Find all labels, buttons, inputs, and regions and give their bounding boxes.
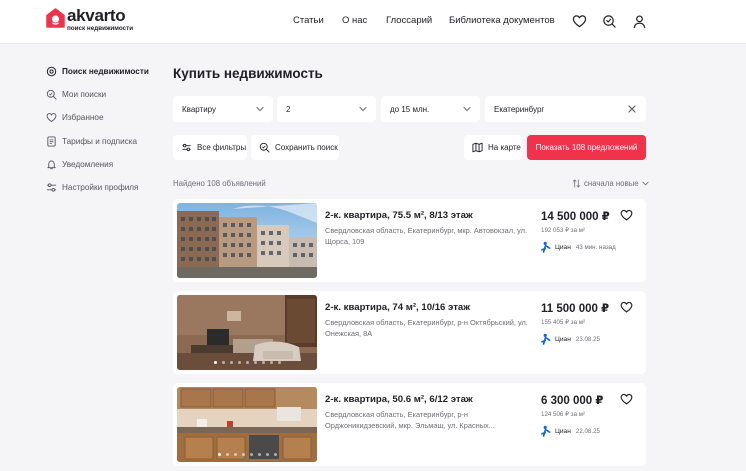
filter-sliders-icon [182,143,191,152]
settings-sliders-icon [46,182,57,192]
favorite-heart-icon[interactable] [620,301,633,313]
listing-time: 22.08.25 [575,427,600,435]
logo-tagline: поиск недвижимости [67,25,134,32]
user-icon[interactable] [632,14,647,29]
document-icon [47,135,56,147]
photo-carousel-dots[interactable] [177,453,317,456]
nav-glossary[interactable]: Глоссарий [386,15,432,26]
property-type-value: Квартиру [182,104,217,114]
listing-source-name: Циан [555,243,571,251]
sidebar-item-label: Избранное [62,112,104,122]
listing-title[interactable]: 2-к. квартира, 75.5 м², 8/13 этаж [325,210,473,221]
sidebar-item-label: Поиск недвижимости [62,66,149,76]
sidebar-item-tariffs[interactable]: Тарифы и подписка [46,134,137,148]
listing-price-per-m2: 124 506 ₽ за м² [541,411,586,418]
cian-logo-icon [541,333,551,345]
save-search-label: Сохранить поиск [275,143,338,152]
show-offers-button[interactable]: Показать 108 предложений [527,135,646,160]
cian-logo-icon [541,425,551,437]
logo-name: akvarto [67,6,126,25]
all-filters-button[interactable]: Все фильтры [173,135,247,160]
sidebar-item-profile-settings[interactable]: Настройки профиля [46,180,138,194]
sidebar-item-my-searches[interactable]: Мои поиски [46,87,106,101]
sort-icon [572,179,581,188]
listing-source-name: Циан [555,335,571,343]
listing-time: 23.08.25 [575,335,600,343]
heart-icon[interactable] [572,14,587,29]
chevron-down-icon [641,181,649,186]
price-select[interactable]: до 15 млн. [381,96,480,122]
listing-photo-kitchen[interactable] [177,387,317,462]
sidebar-item-property-search[interactable]: Поиск недвижимости [46,64,149,78]
listing-address: Свердловская область, Екатеринбург, р-н … [325,318,528,338]
listing-address: Свердловская область, Екатеринбург, мкр.… [325,226,528,246]
favorite-heart-icon[interactable] [620,209,633,221]
sort-label: сначала новые [584,179,639,188]
listing-title[interactable]: 2-к. квартира, 74 м², 10/16 этаж [325,302,470,313]
listing-photo-building[interactable] [177,203,317,278]
listing-source: Циан 22.08.25 [541,425,600,437]
favorite-heart-icon[interactable] [620,393,633,405]
photo-carousel-dots[interactable] [177,361,317,364]
chevron-down-icon [463,106,471,112]
listing-title[interactable]: 2-к. квартира, 50.6 м², 6/12 этаж [325,394,473,405]
nav-about[interactable]: О нас [342,15,367,26]
listing-card[interactable]: 2-к. квартира, 74 м², 10/16 этаж Свердло… [173,291,646,374]
listing-price: 14 500 000 ₽ [541,211,610,223]
listing-address: Свердловская область, Екатеринбург, р-н … [325,410,495,430]
sidebar-item-label: Тарифы и подписка [62,136,138,146]
listing-price-per-m2: 192 053 ₽ за м² [541,227,586,234]
price-value: до 15 млн. [390,104,430,114]
on-map-button[interactable]: На карте [464,135,522,160]
listing-price: 11 500 000 ₽ [541,303,610,315]
sort-select[interactable]: сначала новые [572,179,649,188]
listing-photo-living-room[interactable] [177,295,317,370]
listing-time: 43 мин. назад [575,243,616,251]
sidebar-item-label: Уведомления [62,159,114,169]
logo[interactable]: akvarto поиск недвижимости [46,7,133,36]
saved-search-icon [259,142,270,153]
page-title: Купить недвижимость [173,66,323,81]
sidebar-item-notifications[interactable]: Уведомления [46,157,113,171]
top-header: akvarto поиск недвижимости Статьи О нас … [0,0,746,44]
nav-articles[interactable]: Статьи [293,15,324,26]
chevron-down-icon [256,106,264,112]
listing-card[interactable]: 2-к. квартира, 75.5 м², 8/13 этаж Свердл… [173,199,646,282]
show-offers-label: Показать 108 предложений [535,143,638,152]
sidebar-item-label: Настройки профиля [62,182,139,192]
listing-price: 6 300 000 ₽ [541,395,604,407]
city-input[interactable]: Екатеринбург [485,96,646,122]
map-icon [472,142,483,153]
close-icon[interactable] [627,104,637,114]
listing-source: Циан 23.08.25 [541,333,600,345]
listing-source: Циан 43 мин. назад [541,241,616,253]
heart-icon [46,112,57,122]
city-value: Екатеринбург [494,104,545,114]
nav-documents-library[interactable]: Библиотека документов [449,15,555,26]
listing-source-name: Циан [555,427,571,435]
saved-search-icon [46,89,57,100]
sidebar-item-favorites[interactable]: Избранное [46,110,104,124]
bell-icon [47,160,56,169]
search-icon [46,66,57,76]
rooms-value: 2 [286,104,291,114]
results-count: Найдено 108 объявлений [173,179,266,188]
logo-house-icon [46,8,65,28]
on-map-label: На карте [488,143,521,152]
save-search-button[interactable]: Сохранить поиск [251,135,339,160]
chevron-down-icon [359,106,367,112]
listing-card[interactable]: 2-к. квартира, 50.6 м², 6/12 этаж Свердл… [173,383,646,466]
sidebar-item-label: Мои поиски [62,89,107,99]
listing-price-per-m2: 155 405 ₽ за м² [541,319,586,326]
saved-search-icon[interactable] [602,14,617,29]
property-type-select[interactable]: Квартиру [173,96,273,122]
rooms-select[interactable]: 2 [277,96,376,122]
cian-logo-icon [541,241,551,253]
all-filters-label: Все фильтры [197,143,247,152]
